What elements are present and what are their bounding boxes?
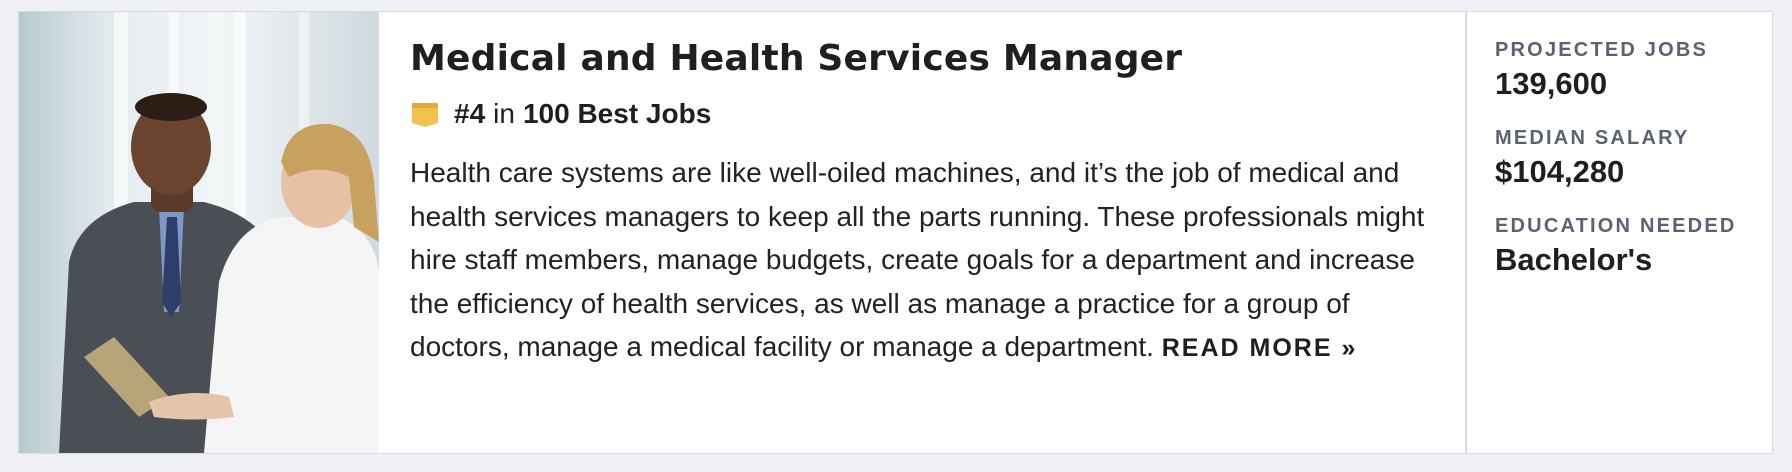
median-salary-stat: MEDIAN SALARY $104,280 (1495, 126, 1772, 192)
education-label: EDUCATION NEEDED (1495, 215, 1737, 237)
rank-line: #4 in 100 Best Jobs (410, 96, 1425, 132)
read-more-link[interactable]: READ MORE » (1162, 334, 1358, 362)
job-title[interactable]: Medical and Health Services Manager (410, 36, 1425, 82)
job-stats: PROJECTED JOBS 139,600 MEDIAN SALARY $10… (1467, 12, 1772, 453)
rank-number: #4 (454, 98, 486, 129)
projected-jobs-label: PROJECTED JOBS (1495, 39, 1709, 61)
projected-jobs-stat: PROJECTED JOBS 139,600 (1495, 38, 1772, 104)
education-stat: EDUCATION NEEDED Bachelor's (1495, 214, 1772, 280)
job-summary: Medical and Health Services Manager #4 i… (379, 12, 1467, 453)
projected-jobs-value: 139,600 (1495, 66, 1608, 101)
median-salary-label: MEDIAN SALARY (1495, 127, 1690, 149)
job-description-text: Health care systems are like well-oiled … (410, 157, 1425, 362)
education-value: Bachelor's (1495, 242, 1653, 277)
photo-illustration (19, 12, 379, 453)
rank-in-text: in (493, 98, 515, 129)
job-photo (19, 12, 379, 453)
ribbon-badge-icon (412, 103, 438, 127)
rank-list-link[interactable]: 100 Best Jobs (523, 98, 711, 130)
median-salary-value: $104,280 (1495, 154, 1625, 189)
job-description: Health care systems are like well-oiled … (410, 151, 1425, 371)
job-card[interactable]: Medical and Health Services Manager #4 i… (18, 11, 1773, 454)
